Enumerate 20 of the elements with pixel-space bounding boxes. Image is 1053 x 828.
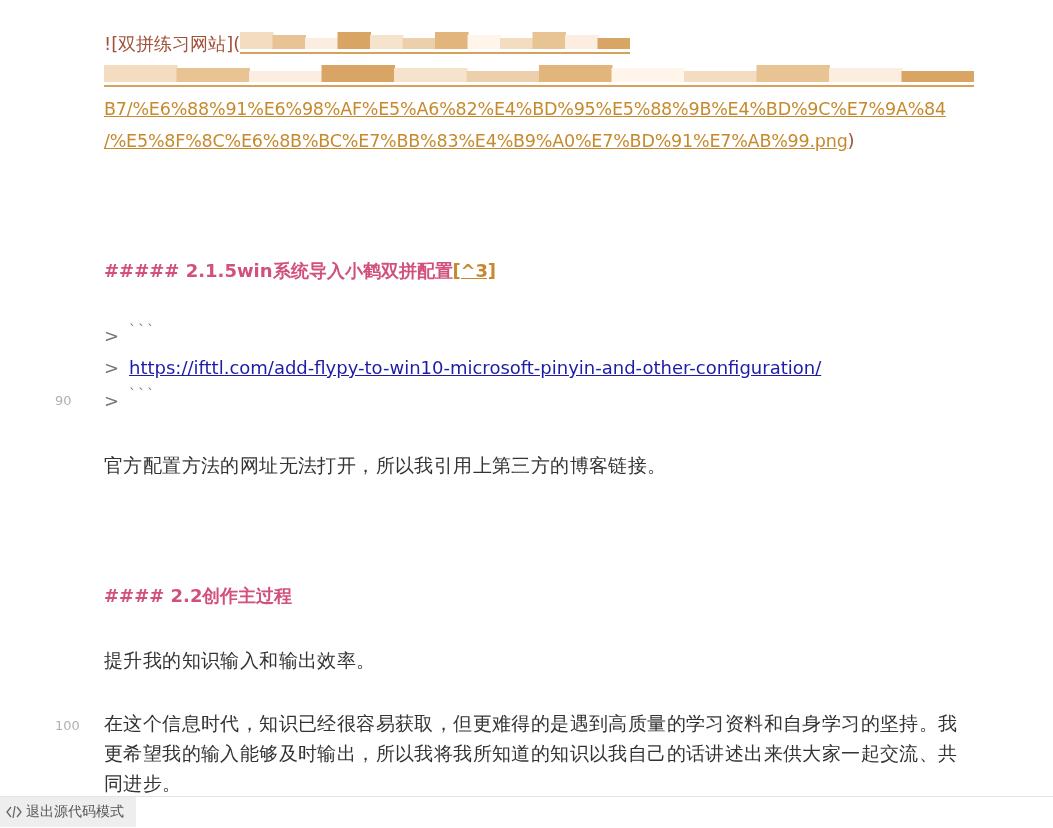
line-number: 100 [55, 718, 80, 734]
paragraph-text: 提升我的知识输入和输出效率。 [104, 647, 376, 674]
image-url-link[interactable]: B7/%E6%88%91%E6%98%AF%E5%A6%82%E4%BD%95%E5%88%9B%E4%BD%9C%E7%9A%84 [104, 92, 946, 126]
line-number: 90 [55, 393, 72, 409]
code-fence: ``` [129, 320, 156, 340]
quote-marker: > [104, 388, 121, 413]
image-url-link[interactable]: /%E5%8F%8C%E6%8B%BC%E7%BB%83%E4%B9%A0%E7%BD%91%E7%AB%99.png [104, 125, 848, 158]
quote-marker: > [104, 356, 121, 380]
code-icon [6, 805, 22, 819]
image-syntax: ![双拼练习网站]( [104, 32, 241, 56]
paragraph-text: 官方配置方法的网址无法打开，所以我引用上第三方的博客链接。 [104, 453, 667, 480]
heading-text: ##### 2.1.5win系统导入小鹤双拼配置 [104, 258, 453, 283]
url-link[interactable]: https://ifttl.com/add-flypy-to-win10-microsoft-pinyin-and-other-configuration/ [129, 352, 822, 385]
paragraph-text: 在这个信息时代，知识已经很容易获取，但更难得的是遇到高质量的学习资料和自身学习的坚持。我更希望我的输入能够及时输出，所以我将我所知道的知识以我自己的话讲述出来供大家一起交流、共同进步。 [104, 711, 959, 796]
heading-text: #### 2.2创作主过程 [104, 583, 293, 608]
quote-marker: > [104, 323, 121, 348]
closing-paren: ) [847, 129, 855, 154]
exit-source-mode-button[interactable]: 退出源代码模式 [0, 797, 136, 827]
code-fence: ``` [129, 385, 156, 405]
footnote-link[interactable]: [^3] [452, 254, 496, 288]
